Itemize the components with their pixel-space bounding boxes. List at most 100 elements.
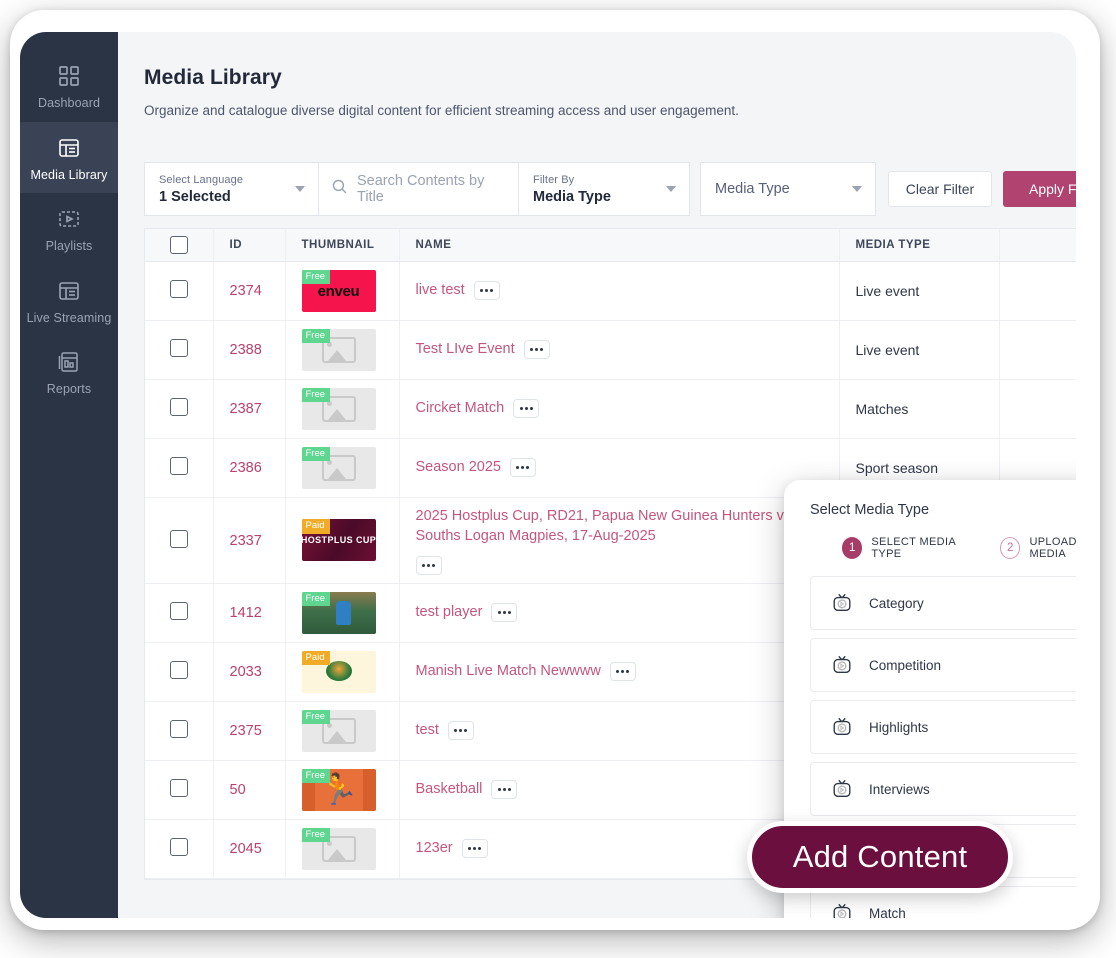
row-name[interactable]: Basketball	[416, 779, 483, 800]
sidebar-item-media-library[interactable]: Media Library	[20, 122, 118, 194]
cell-name: live test	[399, 261, 839, 320]
row-checkbox[interactable]	[170, 280, 188, 298]
row-actions-button[interactable]	[416, 556, 442, 575]
row-id[interactable]: 2374	[230, 283, 262, 299]
price-badge: Free	[302, 769, 331, 783]
filter-bar: Select Language 1 Selected Search Conten…	[144, 162, 1076, 216]
select-all-checkbox[interactable]	[170, 236, 188, 254]
table-row[interactable]: 2388FreeTest LIve EventLive event	[145, 320, 1076, 379]
media-type-option-highlights[interactable]: Highlights	[810, 700, 1076, 754]
thumbnail-figure	[336, 601, 351, 625]
sidebar-item-live-streaming[interactable]: Live Streaming	[20, 265, 118, 337]
thumbnail[interactable]: Free	[302, 828, 376, 870]
row-checkbox[interactable]	[170, 339, 188, 357]
row-actions-button[interactable]	[513, 399, 539, 418]
row-id[interactable]: 2045	[230, 841, 262, 857]
sidebar-item-label: Playlists	[46, 240, 93, 253]
row-name[interactable]: 123er	[416, 838, 453, 859]
thumbnail-wordmark: enveu	[318, 282, 360, 299]
cell-id: 2374	[213, 261, 285, 320]
row-checkbox[interactable]	[170, 661, 188, 679]
row-checkbox[interactable]	[170, 838, 188, 856]
reports-icon	[56, 350, 82, 374]
row-checkbox[interactable]	[170, 602, 188, 620]
search-icon	[331, 178, 348, 200]
row-name[interactable]: 2025 Hostplus Cup, RD21, Papua New Guine…	[416, 506, 823, 547]
row-name[interactable]: Manish Live Match Newwww	[416, 661, 601, 682]
step-upload-media[interactable]: 2 UPLOAD MEDIA	[1000, 536, 1076, 560]
row-id[interactable]: 50	[230, 782, 246, 798]
row-id[interactable]: 2388	[230, 342, 262, 358]
sidebar-item-dashboard[interactable]: Dashboard	[20, 50, 118, 122]
row-id[interactable]: 2033	[230, 664, 262, 680]
thumbnail[interactable]: PaidHOSTPLUS CUP	[302, 519, 376, 561]
row-checkbox[interactable]	[170, 398, 188, 416]
media-type-option-interviews[interactable]: Interviews	[810, 762, 1076, 816]
row-name[interactable]: Season 2025	[416, 457, 501, 478]
media-type-select[interactable]: Media Type	[700, 162, 876, 216]
thumbnail[interactable]: Freeenveu	[302, 270, 376, 312]
column-header-name[interactable]: NAME	[399, 229, 839, 261]
media-type-option-competition[interactable]: Competition	[810, 638, 1076, 692]
row-id[interactable]: 2375	[230, 723, 262, 739]
thumbnail[interactable]: Free	[302, 710, 376, 752]
media-type-option-category[interactable]: Category	[810, 576, 1076, 630]
row-id[interactable]: 2386	[230, 460, 262, 476]
media-type-option-label: Category	[869, 596, 924, 611]
row-actions-button[interactable]	[448, 721, 474, 740]
cell-name: Basketball	[399, 760, 839, 819]
row-id[interactable]: 2337	[230, 533, 262, 549]
row-checkbox[interactable]	[170, 530, 188, 548]
language-select[interactable]: Select Language 1 Selected	[144, 162, 318, 216]
sidebar-item-reports[interactable]: Reports	[20, 336, 118, 408]
row-name[interactable]: test	[416, 720, 439, 741]
row-actions-button[interactable]	[510, 458, 536, 477]
row-id[interactable]: 1412	[230, 605, 262, 621]
clear-filter-button[interactable]: Clear Filter	[888, 171, 992, 207]
row-checkbox[interactable]	[170, 720, 188, 738]
dialog-stepper: 1 SELECT MEDIA TYPE 2 UPLOAD MEDIA	[810, 536, 1076, 560]
apply-filter-button[interactable]: Apply Filter	[1003, 171, 1076, 207]
row-media-type: Matches	[856, 401, 909, 417]
add-content-button[interactable]: Add Content	[747, 821, 1013, 893]
thumbnail[interactable]: Free	[302, 329, 376, 371]
row-name[interactable]: live test	[416, 280, 465, 301]
row-checkbox[interactable]	[170, 457, 188, 475]
sidebar-item-playlists[interactable]: Playlists	[20, 193, 118, 265]
table-row[interactable]: 2374Freeenveulive testLive event	[145, 261, 1076, 320]
cell-thumbnail: Free	[285, 320, 399, 379]
row-actions-button[interactable]	[524, 340, 550, 359]
language-select-label: Select Language	[159, 174, 304, 186]
step-1-label: SELECT MEDIA TYPE	[871, 536, 980, 560]
column-header-id[interactable]: ID	[213, 229, 285, 261]
price-badge: Free	[302, 270, 331, 284]
row-actions-button[interactable]	[491, 603, 517, 622]
row-actions-button[interactable]	[462, 839, 488, 858]
thumbnail[interactable]: Free	[302, 592, 376, 634]
step-select-media-type[interactable]: 1 SELECT MEDIA TYPE	[842, 536, 980, 560]
dialog-title: Select Media Type	[810, 502, 1076, 518]
row-actions-button[interactable]	[491, 780, 517, 799]
row-name[interactable]: Test LIve Event	[416, 339, 515, 360]
cell-thumbnail: PaidHOSTPLUS CUP	[285, 497, 399, 583]
thumbnail[interactable]: Free🏃	[302, 769, 376, 811]
filter-by-select[interactable]: Filter By Media Type	[518, 162, 690, 216]
row-select-cell	[145, 320, 213, 379]
column-header-media-type[interactable]: MEDIA TYPE	[839, 229, 999, 261]
thumbnail[interactable]: Free	[302, 388, 376, 430]
thumbnail[interactable]: Free	[302, 447, 376, 489]
row-actions-button[interactable]	[610, 662, 636, 681]
search-input[interactable]: Search Contents by Title	[318, 162, 518, 216]
sidebar-item-label: Live Streaming	[27, 312, 112, 325]
table-row[interactable]: 2387 Free Circket Match Matches	[145, 379, 1076, 438]
row-checkbox[interactable]	[170, 779, 188, 797]
row-name[interactable]: Circket Match	[416, 398, 505, 419]
row-name[interactable]: test player	[416, 602, 483, 623]
cell-id: 1412	[213, 583, 285, 642]
chevron-down-icon	[852, 186, 862, 192]
row-id[interactable]: 2387	[230, 401, 262, 417]
cell-thumbnail: Free	[285, 379, 399, 438]
thumbnail[interactable]: Paid	[302, 651, 376, 693]
column-header-thumbnail[interactable]: THUMBNAIL	[285, 229, 399, 261]
row-actions-button[interactable]	[474, 281, 500, 300]
